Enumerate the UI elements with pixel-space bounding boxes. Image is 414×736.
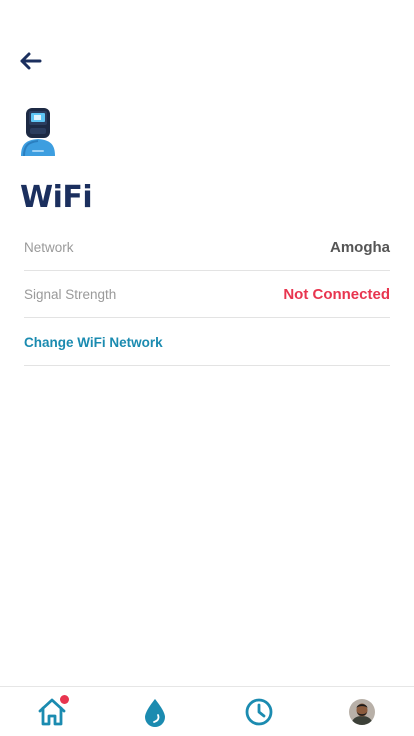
signal-strength-value: Not Connected	[283, 286, 390, 303]
page-title: WiFi	[20, 180, 93, 215]
arrow-left-icon	[20, 52, 42, 70]
tab-home[interactable]	[0, 687, 104, 736]
network-value: Amogha	[330, 239, 390, 256]
wifi-screen: WiFi Network Amogha Signal Strength Not …	[0, 0, 414, 736]
network-label: Network	[24, 240, 74, 255]
clock-icon	[245, 698, 273, 725]
water-softener-device-icon	[18, 106, 58, 157]
avatar	[349, 698, 376, 725]
back-button[interactable]	[14, 46, 46, 76]
bottom-tab-bar	[0, 686, 414, 736]
signal-strength-row: Signal Strength Not Connected	[24, 272, 390, 318]
signal-strength-label: Signal Strength	[24, 287, 117, 302]
notification-badge	[59, 695, 69, 704]
change-wifi-network-link[interactable]: Change WiFi Network	[24, 335, 163, 350]
change-wifi-row[interactable]: Change WiFi Network	[24, 320, 390, 366]
network-row: Network Amogha	[24, 225, 390, 271]
tab-water[interactable]	[104, 687, 208, 736]
tab-profile[interactable]	[311, 687, 414, 736]
tab-history[interactable]	[207, 687, 311, 736]
water-drop-icon	[145, 698, 166, 727]
